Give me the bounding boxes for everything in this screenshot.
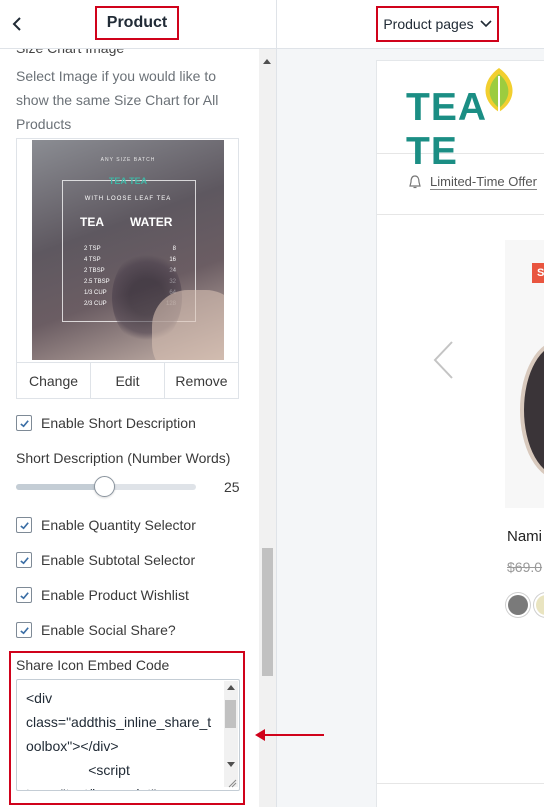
- checkmark-icon: [19, 591, 29, 599]
- checkbox-label: Enable Product Wishlist: [41, 587, 189, 603]
- checkbox-social-share[interactable]: [16, 622, 32, 638]
- enable-short-description-option: Enable Short Description: [16, 415, 196, 431]
- image-col-water: WATER: [130, 215, 173, 229]
- enable-quantity-option: Enable Quantity Selector: [16, 517, 196, 533]
- carousel-prev-icon[interactable]: [432, 340, 454, 380]
- image-subtitle: WITH LOOSE LEAF TEA: [84, 196, 172, 202]
- compare-price: $69.0: [507, 559, 543, 575]
- panel-scrollbar[interactable]: [259, 48, 276, 807]
- share-code-label: Share Icon Embed Code: [16, 657, 170, 673]
- image-table-cell: 1/3 CUP: [84, 290, 107, 296]
- share-code-textarea[interactable]: <div class="addthis_inline_share_toolbox…: [16, 679, 240, 791]
- color-swatch-grey[interactable]: [508, 595, 528, 615]
- checkmark-icon: [19, 419, 29, 427]
- page-title: Product: [95, 6, 179, 40]
- short-description-label: Short Description (Number Words): [16, 450, 231, 466]
- scroll-down-icon[interactable]: [227, 762, 235, 767]
- panel-header: Product: [0, 0, 276, 49]
- size-chart-hint: Select Image if you would like to show t…: [16, 68, 219, 132]
- chevron-left-icon: [12, 17, 21, 31]
- checkbox-product-wishlist[interactable]: [16, 587, 32, 603]
- checkbox-label: Enable Short Description: [41, 415, 196, 431]
- product-title[interactable]: Nami: [507, 528, 542, 545]
- textarea-scroll-thumb[interactable]: [225, 700, 236, 728]
- promo-link[interactable]: Limited-Time Offer: [430, 174, 537, 190]
- checkbox-subtotal-selector[interactable]: [16, 552, 32, 568]
- textarea-scrollbar[interactable]: [224, 681, 238, 787]
- checkbox-short-description[interactable]: [16, 415, 32, 431]
- resize-handle-icon[interactable]: [228, 779, 237, 788]
- annotation-arrow-icon: [255, 729, 324, 741]
- checkmark-icon: [19, 556, 29, 564]
- slider-thumb[interactable]: [94, 476, 115, 497]
- divider: [377, 783, 544, 784]
- image-brand: TEA TEA: [108, 176, 148, 186]
- sale-badge: S: [532, 263, 544, 283]
- enable-social-share-option: Enable Social Share?: [16, 622, 176, 638]
- checkmark-icon: [19, 626, 29, 634]
- image-table-cell: 8: [172, 246, 176, 252]
- page-type-select[interactable]: Product pages: [376, 6, 499, 42]
- scroll-up-icon[interactable]: [263, 59, 271, 64]
- slider-fill: [16, 484, 104, 490]
- change-image-button[interactable]: Change: [17, 363, 91, 398]
- image-small-top: ANY SIZE BATCH: [100, 157, 156, 163]
- leaf-logo-icon: [485, 68, 513, 120]
- remove-image-button[interactable]: Remove: [165, 363, 238, 398]
- bell-icon: [409, 175, 421, 189]
- product-image: [520, 345, 544, 475]
- panel-scroll-thumb[interactable]: [262, 548, 273, 676]
- size-chart-image: ANY SIZE BATCH TEA TEA WITH LOOSE LEAF T…: [32, 140, 224, 360]
- checkbox-quantity-selector[interactable]: [16, 517, 32, 533]
- checkbox-label: Enable Social Share?: [41, 622, 176, 638]
- image-table-cell: 2/3 CUP: [84, 301, 107, 307]
- enable-wishlist-option: Enable Product Wishlist: [16, 587, 189, 603]
- enable-subtotal-option: Enable Subtotal Selector: [16, 552, 195, 568]
- image-table-cell: 2 TBSP: [84, 268, 105, 274]
- slider-value: 25: [224, 479, 240, 495]
- image-table-cell: 2 TSP: [84, 246, 101, 252]
- checkbox-label: Enable Quantity Selector: [41, 517, 196, 533]
- back-button[interactable]: [6, 12, 28, 36]
- image-table-cell: 4 TSP: [84, 257, 101, 263]
- checkmark-icon: [19, 521, 29, 529]
- image-actions: Change Edit Remove: [16, 362, 239, 399]
- chevron-down-icon: [480, 20, 492, 28]
- scroll-up-icon[interactable]: [227, 685, 235, 690]
- share-code-value: <div class="addthis_inline_share_toolbox…: [26, 690, 212, 790]
- checkbox-label: Enable Subtotal Selector: [41, 552, 196, 568]
- page-type-value: Product pages: [383, 16, 474, 32]
- edit-image-button[interactable]: Edit: [91, 363, 165, 398]
- image-col-tea: TEA: [80, 215, 104, 229]
- image-table-cell: 2.5 TBSP: [84, 279, 110, 285]
